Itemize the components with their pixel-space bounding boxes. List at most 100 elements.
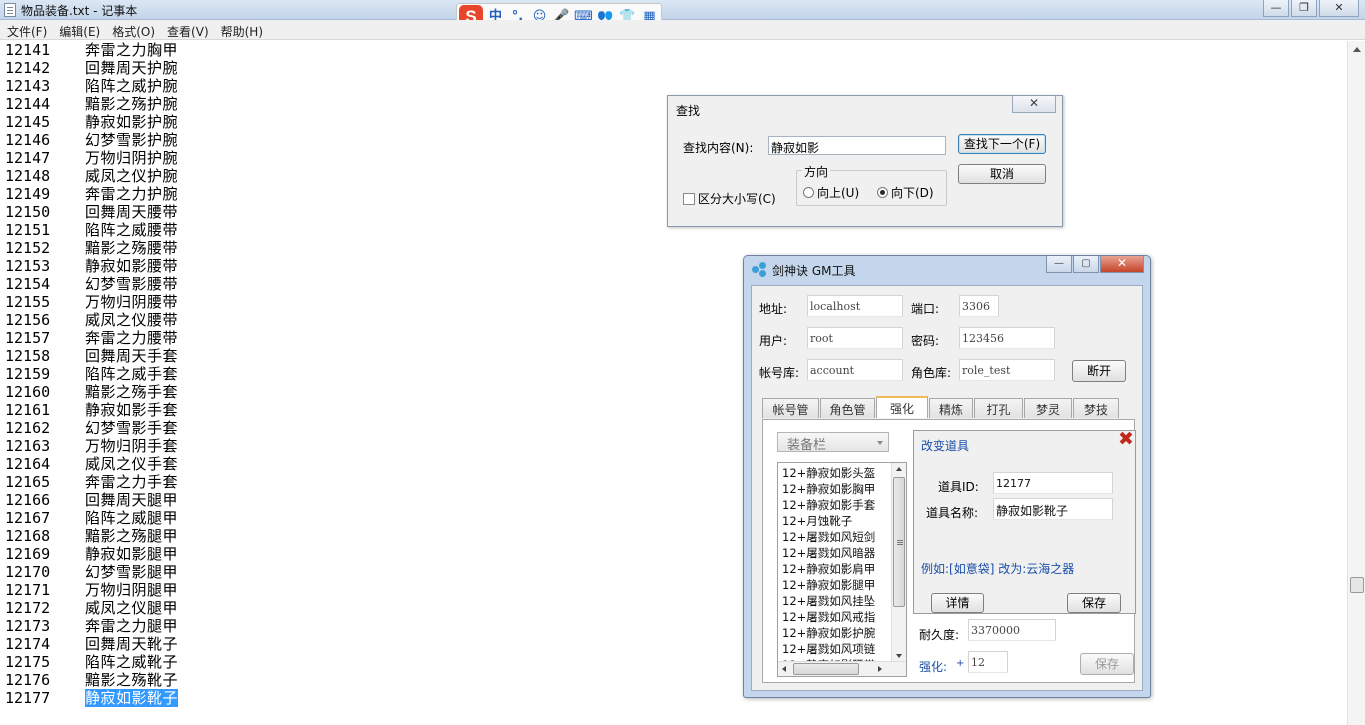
text-line[interactable]: 12168 黯影之殇腿甲 [5,527,178,545]
text-line[interactable]: 12156 威凤之仪腰带 [5,311,178,329]
scrollbar-thumb[interactable] [1350,577,1364,593]
list-scroll-down-icon[interactable] [896,654,902,658]
text-line[interactable]: 12155 万物归阴腰带 [5,293,178,311]
menu-view[interactable]: 查看(V) [162,20,216,39]
list-horizontal-scrollbar[interactable] [778,661,906,676]
list-item[interactable]: 12+静寂如影手套 [782,497,890,513]
tab-refine[interactable]: 精炼 [929,398,973,418]
find-cancel-button[interactable]: 取消 [958,164,1046,184]
scroll-up-arrow-icon[interactable] [1353,47,1361,52]
enhance-level-field[interactable]: 12 [968,651,1008,673]
list-item[interactable]: 12+静寂如影腿甲 [782,577,890,593]
minimize-button[interactable]: — [1263,0,1289,17]
text-line[interactable]: 12149 奔雷之力护腕 [5,185,178,203]
text-line[interactable]: 12163 万物归阴手套 [5,437,178,455]
find-close-button[interactable]: ✕ [1012,96,1056,113]
menu-help[interactable]: 帮助(H) [216,20,270,39]
checkbox-box[interactable] [683,192,695,205]
gm-close-button[interactable]: ✕ [1100,256,1144,273]
list-scroll-left-icon[interactable] [782,666,786,672]
text-line[interactable]: 12176 黯影之殇靴子 [5,671,178,689]
text-line[interactable]: 12154 幻梦雪影腰带 [5,275,178,293]
text-line[interactable]: 12158 回舞周天手套 [5,347,178,365]
text-line[interactable]: 12157 奔雷之力腰带 [5,329,178,347]
list-item[interactable]: 12+静寂如影护腕 [782,625,890,641]
menu-format[interactable]: 格式(O) [107,20,162,39]
text-line[interactable]: 12148 威凤之仪护腕 [5,167,178,185]
durability-field[interactable]: 3370000 [968,619,1056,641]
tab-dream-spirit[interactable]: 梦灵 [1024,398,1072,418]
text-line[interactable]: 12141 奔雷之力胸甲 [5,41,178,59]
text-line[interactable]: 12161 静寂如影手套 [5,401,178,419]
save-item-button[interactable]: 保存 [1067,593,1121,613]
text-line[interactable]: 12159 陷阵之威手套 [5,365,178,383]
text-line[interactable]: 12165 奔雷之力手套 [5,473,178,491]
text-line[interactable]: 12169 静寂如影腿甲 [5,545,178,563]
list-item[interactable]: 12+月蚀靴子 [782,513,890,529]
list-item[interactable]: 12+静寂如影胸甲 [782,481,890,497]
password-field[interactable]: 123456 [959,327,1055,349]
maximize-button[interactable]: ❐ [1291,0,1317,17]
text-line[interactable]: 12171 万物归阴腿甲 [5,581,178,599]
text-line[interactable]: 12174 回舞周天靴子 [5,635,178,653]
text-line[interactable]: 12166 回舞周天腿甲 [5,491,178,509]
tab-role-management[interactable]: 角色管理 [820,398,875,434]
tab-dream-skill[interactable]: 梦技 [1073,398,1119,418]
text-line[interactable]: 12147 万物归阴护腕 [5,149,178,167]
port-field[interactable]: 3306 [959,295,999,317]
menu-edit[interactable]: 编辑(E) [54,20,107,39]
role-db-field[interactable]: role_test [959,359,1055,381]
find-what-input[interactable]: 静寂如影 [768,136,946,155]
list-scroll-up-icon[interactable] [896,467,902,471]
radio-down[interactable] [877,187,888,198]
equipment-slot-select[interactable]: 装备栏 [777,432,889,453]
text-line[interactable]: 12152 黯影之殇腰带 [5,239,178,257]
text-line[interactable]: 12160 黯影之殇手套 [5,383,178,401]
radio-up[interactable] [803,187,814,198]
list-item[interactable]: 12+屠戮如风戒指 [782,609,890,625]
text-line[interactable]: 12167 陷阵之威腿甲 [5,509,178,527]
text-line[interactable]: 12142 回舞周天护腕 [5,59,178,77]
disconnect-button[interactable]: 断开 [1072,360,1126,382]
match-case-checkbox[interactable]: 区分大小写(C) [683,190,776,207]
item-id-field[interactable]: 12177 [993,472,1113,494]
address-field[interactable]: localhost [807,295,903,317]
text-line[interactable]: 12143 陷阵之威护腕 [5,77,178,95]
list-scroll-right-icon[interactable] [878,666,882,672]
list-item[interactable]: 12+静寂如影肩甲 [782,561,890,577]
list-item[interactable]: 12+屠戮如风暗器 [782,545,890,561]
menu-file[interactable]: 文件(F) [2,20,54,39]
list-item[interactable]: 12+屠戮如风挂坠 [782,593,890,609]
direction-down-radio[interactable]: 向下(D) [877,184,934,201]
text-line[interactable]: 12144 黯影之殇护腕 [5,95,178,113]
text-line[interactable]: 12146 幻梦雪影护腕 [5,131,178,149]
direction-up-radio[interactable]: 向上(U) [803,184,859,201]
text-line[interactable]: 12162 幻梦雪影手套 [5,419,178,437]
gm-minimize-button[interactable]: — [1046,256,1072,273]
editor-vertical-scrollbar[interactable] [1347,41,1365,725]
details-button[interactable]: 详情 [931,593,984,613]
list-vertical-scrollbar[interactable] [891,463,906,662]
item-name-field[interactable]: 静寂如影靴子 [993,498,1113,520]
tab-punch-hole[interactable]: 打孔 [974,398,1023,418]
find-next-button[interactable]: 查找下一个(F) [958,134,1046,154]
text-line[interactable]: 12170 幻梦雪影腿甲 [5,563,178,581]
text-line[interactable]: 12164 威凤之仪手套 [5,455,178,473]
list-item[interactable]: 12+屠戮如风短剑 [782,529,890,545]
list-item[interactable]: 12+屠戮如风项链 [782,641,890,657]
close-button[interactable]: ✕ [1319,0,1359,17]
user-field[interactable]: root [807,327,903,349]
text-line[interactable]: 12173 奔雷之力腿甲 [5,617,178,635]
list-scrollbar-thumb[interactable] [893,477,905,607]
account-db-field[interactable]: account [807,359,903,381]
gm-maximize-button[interactable]: ▢ [1073,256,1099,273]
item-list[interactable]: 12+静寂如影腰带12+屠戮如风项链12+静寂如影护腕12+屠戮如风戒指12+屠… [777,462,907,677]
text-line[interactable]: 12151 陷阵之威腰带 [5,221,178,239]
list-item[interactable]: 12+静寂如影头盔 [782,465,890,481]
text-line[interactable]: 12145 静寂如影护腕 [5,113,178,131]
close-x-icon[interactable]: ✖ [1117,430,1135,449]
text-line[interactable]: 12172 威凤之仪腿甲 [5,599,178,617]
tab-account-management[interactable]: 帐号管理 [762,398,819,434]
save-enhance-button[interactable]: 保存 [1080,653,1134,675]
list-hscroll-thumb[interactable] [793,663,859,675]
